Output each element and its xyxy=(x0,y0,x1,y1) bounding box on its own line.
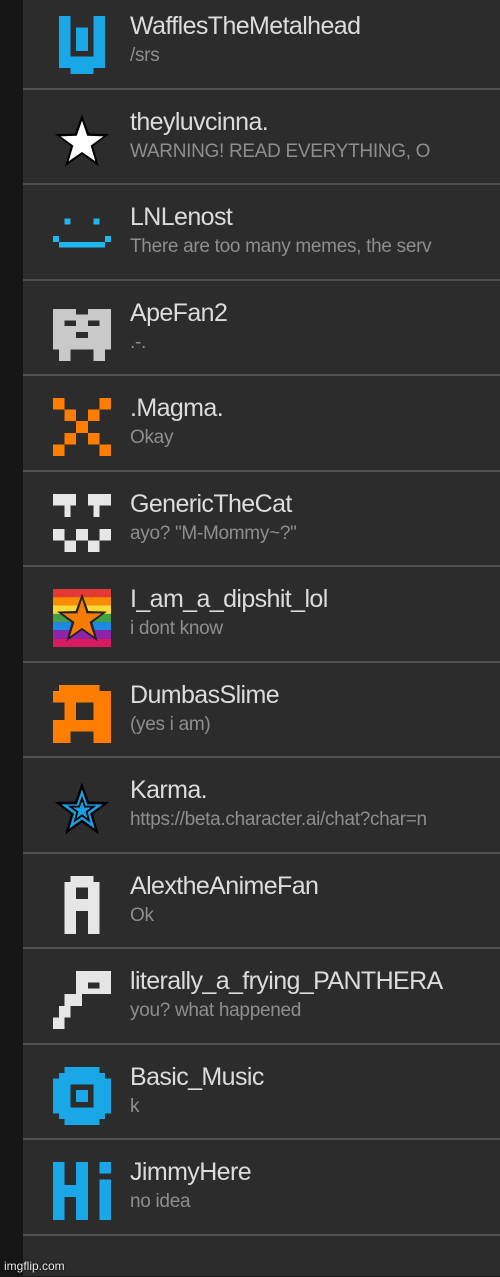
user-row[interactable]: WafflesTheMetalhead /srs xyxy=(23,0,500,90)
orange-x-icon xyxy=(53,398,111,456)
user-status: /srs xyxy=(130,45,160,66)
user-row-partial[interactable] xyxy=(23,1235,500,1276)
blue-ring-icon xyxy=(53,1066,111,1125)
user-row[interactable]: I_am_a_dipshit_lol i dont know xyxy=(23,567,500,663)
user-status: no idea xyxy=(130,1191,191,1212)
left-panel-edge xyxy=(0,0,23,1277)
user-status: k xyxy=(130,1095,140,1117)
user-row[interactable]: ApeFan2 .-. xyxy=(23,280,500,376)
user-row[interactable]: literally_a_frying_PANTHERA you? what ha… xyxy=(23,949,500,1045)
username: theyluvcinna. xyxy=(130,107,269,136)
user-status: (yes i am) xyxy=(130,713,211,735)
white-pixel-p-icon xyxy=(53,971,111,1029)
user-row[interactable]: theyluvcinna. WARNING! READ EVERYTHING, … xyxy=(23,89,500,185)
user-status: https://beta.character.ai/chat?char=n xyxy=(130,809,427,830)
user-status: Okay xyxy=(130,427,174,448)
white-star-icon xyxy=(53,112,111,170)
user-list: WafflesTheMetalhead /srs theyluvcinna. W… xyxy=(23,0,500,1276)
username: DumbasSlime xyxy=(130,680,280,709)
user-row[interactable]: LNLenost There are too many memes, the s… xyxy=(23,185,500,281)
blue-smiley-icon xyxy=(53,207,111,265)
username: AlextheAnimeFan xyxy=(130,871,319,900)
user-row[interactable]: DumbasSlime (yes i am) xyxy=(23,662,500,758)
user-status: i dont know xyxy=(130,618,223,639)
username: Karma. xyxy=(130,776,208,804)
white-cat-face-icon xyxy=(53,493,111,552)
gray-pixel-face-icon xyxy=(53,303,111,361)
watermark: imgflip.com xyxy=(4,1259,65,1273)
username: I_am_a_dipshit_lol xyxy=(130,585,328,613)
username: Basic_Music xyxy=(130,1062,264,1091)
white-pixel-a-icon xyxy=(53,875,111,934)
blue-star-icon xyxy=(53,780,111,838)
user-status: Ok xyxy=(130,904,154,926)
user-status: .-. xyxy=(130,331,146,353)
user-row[interactable]: GenericTheCat ayo? "M-Mommy~?" xyxy=(23,471,500,567)
user-row[interactable]: JimmyHere no idea xyxy=(23,1140,500,1236)
username: GenericTheCat xyxy=(130,489,292,518)
username: .Magma. xyxy=(130,394,224,422)
user-row[interactable]: Karma. https://beta.character.ai/chat?ch… xyxy=(23,758,500,854)
username: ApeFan2 xyxy=(130,298,228,327)
user-status: you? what happened xyxy=(130,1000,302,1021)
user-row[interactable]: AlextheAnimeFan Ok xyxy=(23,853,500,949)
username: JimmyHere xyxy=(130,1158,252,1186)
user-row[interactable]: .Magma. Okay xyxy=(23,376,500,472)
user-row[interactable]: Basic_Music k xyxy=(23,1044,500,1140)
user-status: ayo? "M-Mommy~?" xyxy=(130,522,297,544)
rainbow-star-icon xyxy=(53,589,111,647)
blue-hi-icon xyxy=(53,1162,111,1220)
username: literally_a_frying_PANTHERA xyxy=(130,967,443,995)
blue-pixel-u-icon xyxy=(53,16,111,74)
orange-slime-icon xyxy=(53,684,111,743)
user-status: WARNING! READ EVERYTHING, O xyxy=(130,140,431,162)
username: LNLenost xyxy=(130,203,233,231)
username: WafflesTheMetalhead xyxy=(130,12,361,40)
user-status: There are too many memes, the serv xyxy=(130,236,432,257)
